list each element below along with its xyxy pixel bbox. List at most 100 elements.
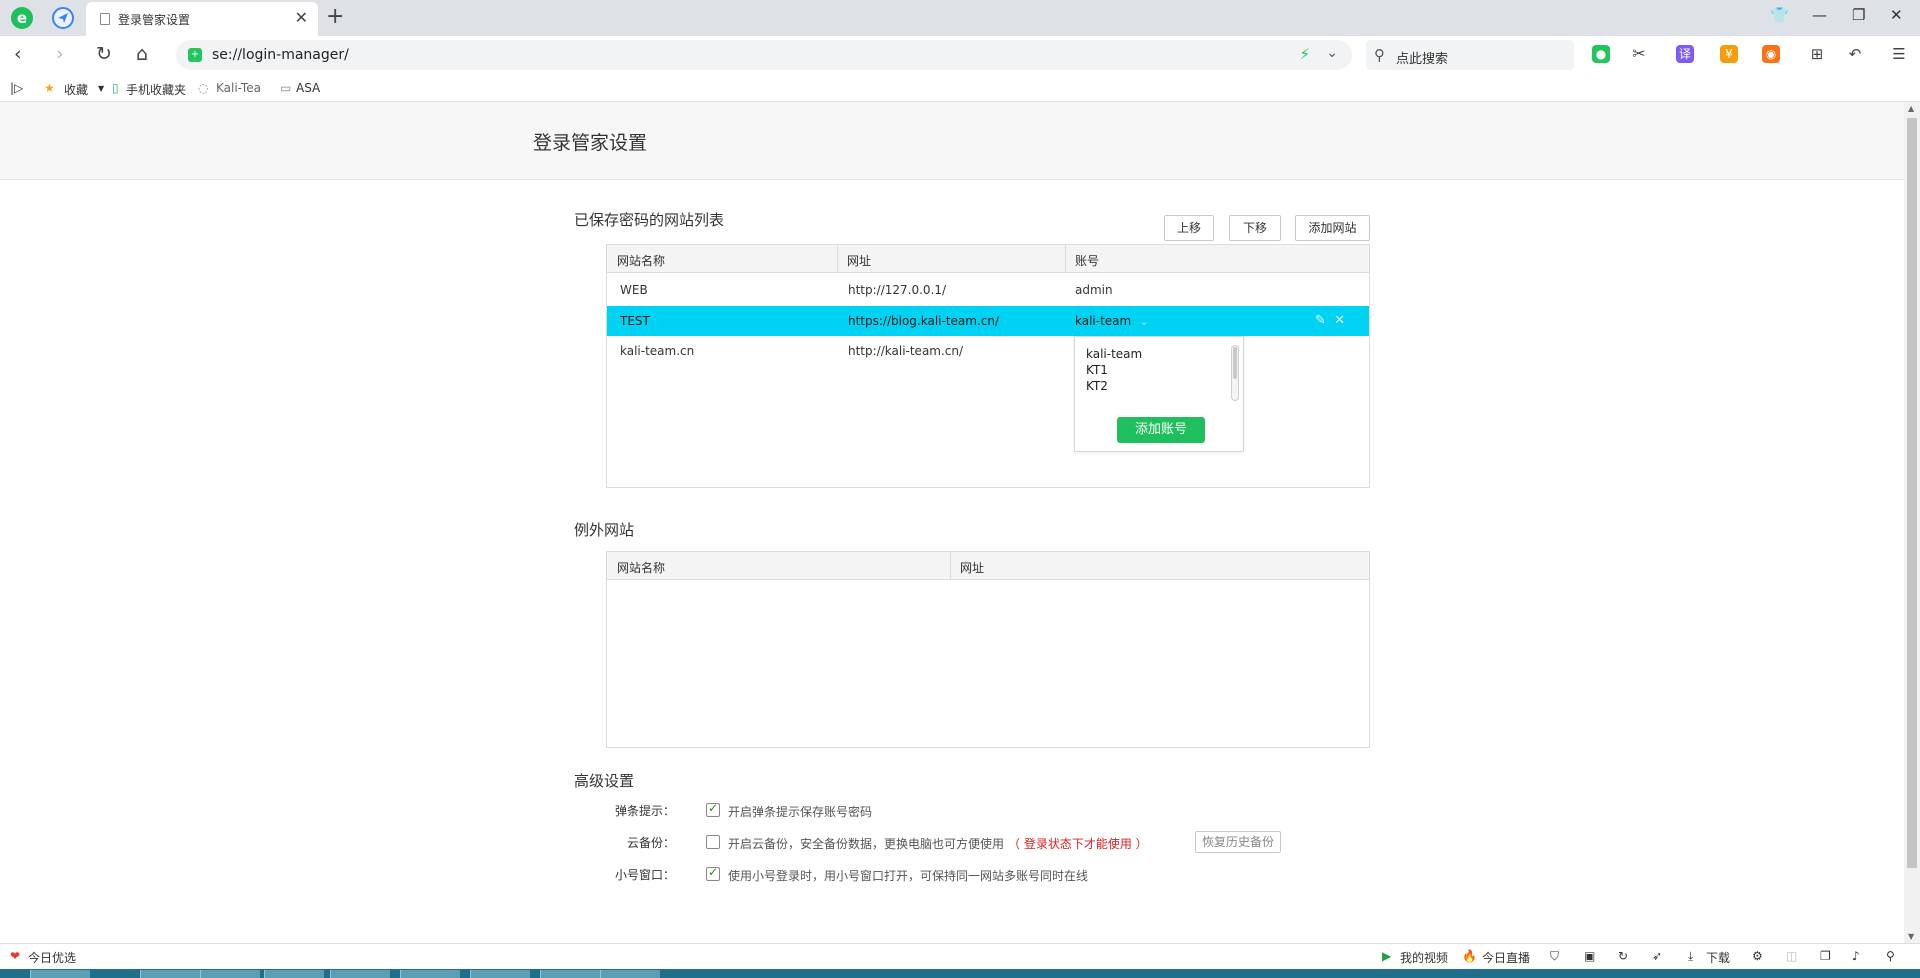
column-divider: [1065, 245, 1066, 273]
translate-status-icon[interactable]: ◫: [1786, 949, 1797, 963]
window-icon[interactable]: ❐: [1820, 949, 1831, 963]
forward-icon[interactable]: ›: [56, 44, 64, 64]
popup-hint-text: 开启弹条提示保存账号密码: [728, 805, 873, 819]
shield-icon[interactable]: ⛉: [1550, 949, 1559, 964]
coin-icon[interactable]: ¥: [1720, 45, 1738, 63]
restore-backup-button[interactable]: 恢复历史备份: [1195, 831, 1281, 853]
bookmark-favorites[interactable]: 收藏: [64, 81, 88, 98]
taskbar-item[interactable]: [400, 970, 460, 978]
live-link[interactable]: 今日直播: [1482, 949, 1530, 966]
alt-window-label: 小号窗口：: [614, 868, 675, 882]
shirt-icon[interactable]: 👕: [1770, 6, 1789, 24]
column-divider: [950, 552, 951, 580]
page-scrollbar[interactable]: ▲ ▼: [1904, 102, 1920, 943]
bookmark-asa[interactable]: ASA: [296, 81, 320, 95]
taskbar-item[interactable]: [600, 970, 660, 978]
secure-shield-icon: +: [188, 48, 202, 62]
taskbar-item[interactable]: [140, 970, 200, 978]
download-icon: ⤓: [1688, 949, 1694, 963]
taskbar-item[interactable]: [540, 970, 600, 978]
popup-hint-checkbox[interactable]: [706, 801, 720, 817]
dropdown-scrollbar[interactable]: [1231, 345, 1239, 401]
move-up-button[interactable]: 上移: [1164, 215, 1214, 241]
move-down-button[interactable]: 下移: [1229, 215, 1281, 241]
sidebar-toggle-icon[interactable]: |▷: [10, 81, 23, 95]
table-header: 网站名称 网址 账号: [607, 245, 1369, 273]
bookmarks-bar: |▷ ★ 收藏 ▼ ▯ 手机收藏夹 ◌ Kali-Tea ▭ ASA: [0, 74, 1920, 102]
refresh-icon[interactable]: ↻: [1618, 949, 1628, 963]
window-close-icon[interactable]: ✕: [1890, 6, 1903, 24]
tab-close-icon[interactable]: ✕: [295, 8, 308, 27]
taskbar-item[interactable]: [200, 970, 260, 978]
star-icon: ★: [44, 81, 55, 95]
taskbar-item[interactable]: [330, 970, 390, 978]
account-option[interactable]: KT2: [1086, 379, 1108, 393]
taskbar-item[interactable]: [264, 970, 324, 978]
advanced-settings-title: 高级设置: [574, 772, 635, 790]
table-row[interactable]: WEB http://127.0.0.1/ admin: [607, 275, 1369, 305]
popup-hint-label: 弹条提示：: [614, 804, 675, 818]
account-select[interactable]: kali-team: [1075, 314, 1131, 328]
image-icon[interactable]: ▣: [1584, 949, 1595, 963]
taskbar-item[interactable]: [470, 970, 530, 978]
scroll-up-icon[interactable]: ▲: [1908, 104, 1914, 113]
chevron-down-icon[interactable]: ⌄: [1139, 314, 1149, 328]
exception-sites-table: 网站名称 网址: [606, 551, 1370, 748]
add-site-button[interactable]: 添加网站: [1295, 215, 1370, 241]
taskbar-item[interactable]: [30, 970, 90, 978]
zoom-icon[interactable]: ⚲: [1886, 949, 1895, 963]
dropdown-scroll-thumb[interactable]: [1233, 347, 1237, 379]
site-icon: ◌: [198, 81, 209, 95]
home-icon[interactable]: ⌂: [136, 44, 148, 64]
url-cell: http://127.0.0.1/: [848, 283, 947, 297]
account-option[interactable]: kali-team: [1086, 347, 1142, 361]
wechat-icon[interactable]: ●: [1592, 45, 1610, 63]
delete-icon[interactable]: ✕: [1334, 313, 1345, 328]
alt-window-checkbox[interactable]: [706, 865, 720, 881]
url-text[interactable]: se://login-manager/: [212, 47, 349, 63]
translate-icon[interactable]: 译: [1676, 45, 1694, 63]
bookmark-mobile[interactable]: 手机收藏夹: [126, 81, 186, 98]
table-row[interactable]: kali-team.cn http://kali-team.cn/: [607, 336, 1369, 366]
add-account-button[interactable]: 添加账号: [1117, 417, 1205, 443]
bookmark-kali-team[interactable]: Kali-Tea: [216, 81, 261, 95]
edit-icon[interactable]: ✎: [1315, 313, 1326, 328]
chevron-down-icon[interactable]: ⌄: [1326, 45, 1338, 61]
caret-down-icon[interactable]: ▼: [98, 84, 104, 93]
fire-icon: 🔥: [1462, 949, 1477, 963]
svg-text:e: e: [17, 9, 27, 27]
game-icon[interactable]: ◉: [1762, 45, 1780, 63]
page-icon: ▭: [280, 81, 292, 95]
account-option[interactable]: KT1: [1086, 363, 1108, 377]
grid-icon[interactable]: ⊞: [1808, 45, 1826, 63]
undo-icon[interactable]: ↶: [1846, 45, 1864, 63]
my-video-link[interactable]: 我的视频: [1400, 949, 1448, 966]
address-bar[interactable]: + se://login-manager/ ⚡ ⌄: [176, 40, 1352, 70]
daily-picks-link[interactable]: 今日优选: [28, 949, 76, 966]
scroll-down-icon[interactable]: ▼: [1908, 932, 1914, 941]
tab-title: 登录管家设置: [118, 13, 191, 27]
menu-icon[interactable]: ☰: [1890, 45, 1908, 63]
download-link[interactable]: 下载: [1706, 949, 1730, 966]
table-row-selected[interactable]: TEST https://blog.kali-team.cn/ kali-tea…: [607, 306, 1369, 336]
search-box[interactable]: ⚲ 点此搜索: [1366, 40, 1574, 70]
rocket-icon[interactable]: ➶: [1652, 949, 1662, 963]
browser-logo-icon[interactable]: e: [10, 6, 34, 30]
column-header-account: 账号: [1075, 254, 1100, 268]
restore-icon[interactable]: ❐: [1852, 6, 1865, 24]
page-title: 登录管家设置: [533, 132, 648, 154]
site-name-cell: kali-team.cn: [620, 344, 695, 358]
new-tab-button[interactable]: +: [326, 4, 344, 29]
speaker-icon[interactable]: ♪: [1852, 949, 1860, 963]
tab-login-manager[interactable]: 登录管家设置 ✕: [86, 2, 318, 36]
page-icon: [100, 13, 110, 25]
lightning-icon[interactable]: ⚡: [1299, 45, 1310, 63]
scissors-icon[interactable]: ✂: [1630, 45, 1648, 63]
reload-icon[interactable]: ↻: [96, 44, 112, 64]
scroll-thumb[interactable]: [1907, 118, 1917, 868]
settings-icon[interactable]: ⚙: [1752, 949, 1763, 963]
minimize-icon[interactable]: —: [1812, 6, 1827, 24]
back-icon[interactable]: ‹: [14, 44, 22, 64]
cloud-backup-checkbox[interactable]: [706, 835, 720, 849]
navigation-icon[interactable]: [52, 7, 74, 29]
